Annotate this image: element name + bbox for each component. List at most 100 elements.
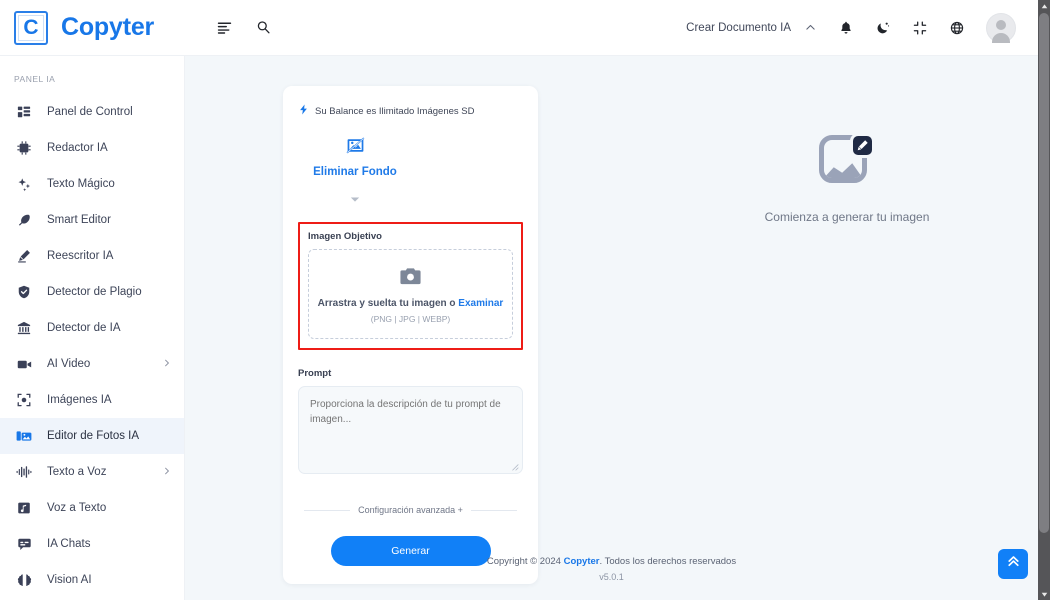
- sidebar-item-label: Editor de Fotos IA: [47, 430, 140, 442]
- chat-bubble-icon: [14, 537, 34, 552]
- dropzone-main-text: Arrastra y suelta tu imagen o Examinar: [317, 297, 504, 310]
- brain-icon: [14, 573, 34, 588]
- pencil-icon: [14, 249, 34, 263]
- placeholder-mountain: [824, 163, 862, 178]
- browse-link[interactable]: Examinar: [458, 298, 503, 309]
- balance-banner: Su Balance es Ilimitado Imágenes SD: [298, 102, 523, 120]
- sidebar-item-vision-ai[interactable]: Vision AI: [0, 562, 184, 598]
- sidebar-item-smart-editor[interactable]: Smart Editor: [0, 202, 184, 238]
- divider-right: [470, 509, 518, 511]
- copyright-suffix: . Todos los derechos reservados: [599, 556, 737, 567]
- chevron-down-icon[interactable]: [350, 190, 360, 208]
- sidebar-nav: PANEL IA Panel de Control Redactor IA Te…: [0, 56, 185, 600]
- scroll-to-top-button[interactable]: [998, 549, 1028, 579]
- sidebar-item-label: AI Video: [47, 358, 91, 370]
- chevron-right-icon: [162, 463, 172, 481]
- dropzone-formats: (PNG | JPG | WEBP): [370, 314, 451, 324]
- avatar-body: [992, 32, 1010, 43]
- search-icon[interactable]: [255, 19, 272, 36]
- sidebar-section-label: PANEL IA: [14, 74, 56, 84]
- advanced-settings-row[interactable]: Configuración avanzada +: [298, 505, 523, 515]
- header-actions: Crear Documento IA: [686, 12, 1038, 43]
- sidebar-item-ia-chats[interactable]: IA Chats: [0, 526, 184, 562]
- copyright-prefix: Copyright © 2024: [486, 556, 564, 567]
- sidebar-item-reescritor-ia[interactable]: Reescritor IA: [0, 238, 184, 274]
- content-row: Su Balance es Ilimitado Imágenes SD Elim…: [185, 56, 1038, 584]
- avatar-image: [986, 12, 1016, 43]
- moon-icon[interactable]: [875, 20, 891, 36]
- avatar[interactable]: [986, 12, 1016, 43]
- image-slash-icon: [346, 136, 365, 160]
- globe-icon[interactable]: [949, 20, 965, 36]
- scrollbar-up-arrow[interactable]: [1038, 0, 1050, 12]
- footer-brand[interactable]: Copyter: [564, 556, 600, 567]
- sidebar-item-texto-magico[interactable]: Texto Mágico: [0, 166, 184, 202]
- sparkles-icon: [14, 177, 34, 192]
- bank-icon: [14, 321, 34, 335]
- brand-name: Copyter: [61, 13, 155, 41]
- sidebar-item-label: Detector de IA: [47, 322, 121, 334]
- sidebar-item-voz-a-texto[interactable]: Voz a Texto: [0, 490, 184, 526]
- footer-copyright: Copyright © 2024 Copyter. Todos los dere…: [185, 556, 1038, 567]
- feather-icon: [14, 213, 34, 227]
- page-scrollbar[interactable]: [1038, 0, 1050, 600]
- prompt-block: Prompt: [298, 368, 523, 479]
- brand-logo[interactable]: C Copyter: [0, 10, 185, 45]
- image-dropzone[interactable]: Arrastra y suelta tu imagen o Examinar (…: [308, 249, 513, 339]
- logo-mark: C: [14, 10, 48, 45]
- sidebar-item-texto-a-voz[interactable]: Texto a Voz: [0, 454, 184, 490]
- header-tools: [216, 19, 272, 36]
- sidebar-item-ai-video[interactable]: AI Video: [0, 346, 184, 382]
- sidebar-item-label: Redactor IA: [47, 142, 108, 154]
- music-note-icon: [14, 501, 34, 515]
- dropzone-instruction: Arrastra y suelta tu imagen o: [317, 298, 459, 309]
- logo-letter: C: [23, 16, 39, 39]
- balance-text: Su Balance es Ilimitado Imágenes SD: [315, 105, 475, 117]
- list-menu-icon[interactable]: [216, 19, 233, 36]
- dashboard-icon: [14, 105, 34, 119]
- shield-check-icon: [14, 285, 34, 299]
- photo-frame-icon: [14, 393, 34, 407]
- bolt-icon: [298, 102, 309, 120]
- sidebar-item-label: Smart Editor: [47, 214, 111, 226]
- sidebar-item-label: Detector de Plagio: [47, 286, 142, 298]
- camera-icon: [317, 267, 504, 286]
- sidebar-item-label: Voz a Texto: [47, 502, 107, 514]
- prompt-input[interactable]: [298, 386, 523, 474]
- sidebar-item-label: Imágenes IA: [47, 394, 112, 406]
- waveform-icon: [14, 464, 34, 480]
- sidebar-item-label: Panel de Control: [47, 106, 133, 118]
- preview-message: Comienza a generar tu imagen: [764, 210, 930, 224]
- sidebar-item-detector-de-ia[interactable]: Detector de IA: [0, 310, 184, 346]
- app-root: C Copyter Crear Documento IA PANEL IA Pa…: [0, 0, 1050, 600]
- placeholder-pencil-badge: [850, 133, 875, 158]
- imagen-objetivo-highlight: Imagen Objetivo Arrastra y suelta tu ima…: [298, 222, 523, 350]
- create-document-button[interactable]: Crear Documento IA: [686, 22, 791, 34]
- scrollbar-thumb[interactable]: [1039, 13, 1049, 533]
- sidebar-item-redactor-ia[interactable]: Redactor IA: [0, 130, 184, 166]
- sidebar-item-editor-de-fotos-ia[interactable]: Editor de Fotos IA: [0, 418, 184, 454]
- sidebar-item-detector-de-plagio[interactable]: Detector de Plagio: [0, 274, 184, 310]
- preview-pane: Comienza a generar tu imagen: [656, 86, 1038, 584]
- photo-editor-card: Su Balance es Ilimitado Imágenes SD Elim…: [283, 86, 538, 584]
- scrollbar-down-arrow[interactable]: [1038, 588, 1050, 600]
- compress-icon[interactable]: [912, 20, 928, 36]
- sidebar-item-label: Reescritor IA: [47, 250, 114, 262]
- tool-tab-eliminar-fondo[interactable]: Eliminar Fondo: [309, 136, 401, 208]
- avatar-head: [996, 19, 1006, 30]
- sidebar-item-label: Vision AI: [47, 574, 92, 586]
- chevron-up-icon[interactable]: [804, 21, 817, 34]
- main-content: Su Balance es Ilimitado Imágenes SD Elim…: [185, 56, 1038, 600]
- advanced-settings-label: Configuración avanzada +: [358, 505, 463, 515]
- chip-icon: [14, 141, 34, 155]
- chevron-right-icon: [162, 355, 172, 373]
- sidebar-item-imagenes-ia[interactable]: Imágenes IA: [0, 382, 184, 418]
- sidebar-item-label: Texto Mágico: [47, 178, 115, 190]
- image-edit-placeholder-icon: [819, 133, 875, 187]
- upload-label: Imagen Objetivo: [308, 231, 382, 242]
- sidebar-item-panel-de-control[interactable]: Panel de Control: [0, 94, 184, 130]
- video-camera-icon: [14, 357, 34, 372]
- double-chevron-up-icon: [1006, 554, 1021, 574]
- bell-icon[interactable]: [838, 20, 854, 36]
- tool-tab-label: Eliminar Fondo: [313, 166, 397, 178]
